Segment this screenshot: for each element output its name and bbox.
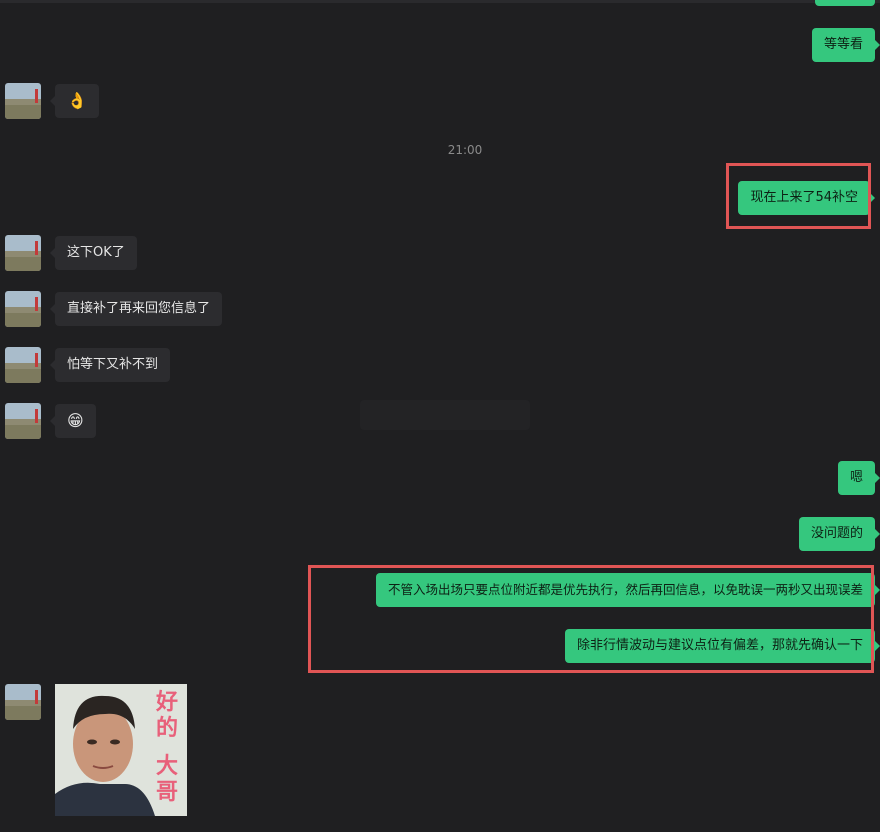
landscape-avatar-icon: [5, 403, 41, 439]
landscape-avatar-icon: [5, 291, 41, 327]
message-text: 直接补了再来回您信息了: [67, 301, 211, 316]
message-text: 现在上来了54补空: [750, 190, 858, 205]
message-bubble-partial[interactable]: [815, 0, 875, 6]
message-bubble-out[interactable]: 现在上来了54补空: [738, 181, 875, 215]
message-bubble-out[interactable]: 除非行情波动与建议点位有偏差，那就先确认一下: [564, 629, 880, 663]
sticker-image[interactable]: 好的 大哥: [55, 684, 187, 816]
message-bubble-in[interactable]: 直接补了再来回您信息了: [49, 292, 223, 326]
message-bubble-in[interactable]: 怕等下又补不到: [49, 348, 171, 382]
faded-overlay: [360, 400, 530, 430]
ok-hand-emoji: 👌: [67, 91, 87, 110]
landscape-avatar-icon: [5, 235, 41, 271]
sticker-caption-bottom: 大哥: [155, 754, 178, 805]
message-bubble-out[interactable]: 等等看: [811, 28, 880, 62]
sticker-caption-top: 好的: [155, 690, 178, 741]
grin-emoji: 😁: [67, 411, 84, 430]
avatar[interactable]: [5, 235, 41, 271]
message-bubble-in[interactable]: 😁: [50, 404, 96, 438]
message-bubble-in[interactable]: 这下OK了: [50, 236, 137, 270]
top-divider: [0, 0, 880, 3]
message-text: 没问题的: [810, 526, 863, 541]
message-text: 这下OK了: [67, 245, 125, 260]
landscape-avatar-icon: [5, 347, 41, 383]
message-text: 怕等下又补不到: [67, 357, 159, 372]
message-bubble-out[interactable]: 嗯: [837, 461, 880, 495]
message-text: 不管入场出场只要点位附近都是优先执行，然后再回信息，以免耽误一两秒又出现误差: [387, 582, 863, 597]
message-text: 等等看: [823, 37, 863, 52]
message-bubble-in[interactable]: 👌: [50, 84, 99, 118]
message-text: 除非行情波动与建议点位有偏差，那就先确认一下: [576, 638, 863, 653]
avatar[interactable]: [5, 347, 41, 383]
avatar[interactable]: [5, 403, 41, 439]
landscape-avatar-icon: [5, 83, 41, 119]
message-bubble-out[interactable]: 不管入场出场只要点位附近都是优先执行，然后再回信息，以免耽误一两秒又出现误差: [375, 573, 880, 607]
avatar[interactable]: [5, 83, 41, 119]
message-text: 嗯: [849, 470, 863, 485]
avatar[interactable]: [5, 684, 41, 720]
message-bubble-out[interactable]: 没问题的: [798, 517, 880, 551]
avatar[interactable]: [5, 291, 41, 327]
time-divider: 21:00: [447, 143, 483, 157]
landscape-avatar-icon: [5, 684, 41, 720]
